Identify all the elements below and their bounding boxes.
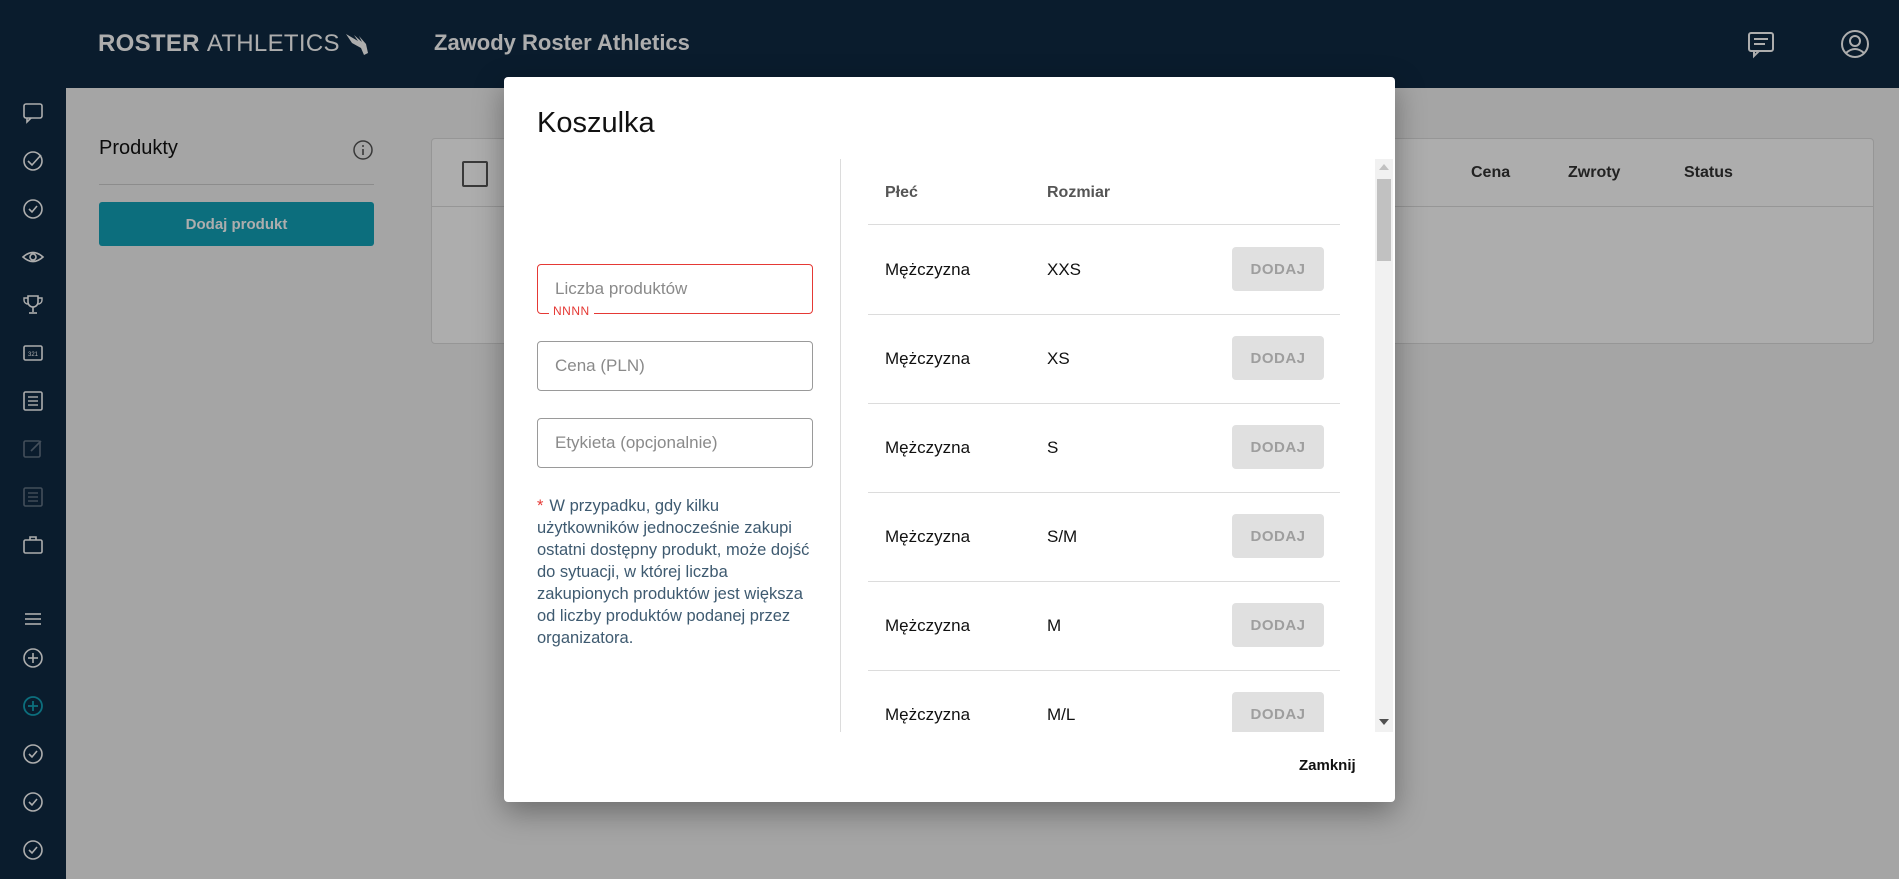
close-button[interactable]: Zamknij bbox=[1299, 757, 1356, 774]
column-separator bbox=[840, 159, 841, 732]
size-cell: M bbox=[1047, 616, 1062, 635]
size-row: Mężczyzna S/M DODAJ bbox=[868, 493, 1340, 582]
add-size-button[interactable]: DODAJ bbox=[1232, 514, 1324, 558]
warning-text: W przypadku, gdy kilku użytkowników jedn… bbox=[537, 497, 810, 647]
size-row: Mężczyzna XS DODAJ bbox=[868, 315, 1340, 404]
gender-cell: Mężczyzna bbox=[885, 527, 971, 546]
gender-cell: Mężczyzna bbox=[885, 349, 971, 368]
size-list: Płeć Rozmiar Mężczyzna XXS DODAJ Mężczyz… bbox=[868, 159, 1340, 732]
add-size-button[interactable]: DODAJ bbox=[1232, 603, 1324, 647]
gender-cell: Mężczyzna bbox=[885, 705, 971, 724]
price-placeholder: Cena (PLN) bbox=[555, 356, 645, 375]
dialog-title: Koszulka bbox=[537, 107, 655, 139]
warning-note: * W przypadku, gdy kilku użytkowników jed… bbox=[537, 495, 822, 649]
gender-cell: Mężczyzna bbox=[885, 616, 971, 635]
size-row: Mężczyzna M/L DODAJ bbox=[868, 671, 1340, 732]
required-star: * bbox=[537, 497, 544, 515]
gender-cell: Mężczyzna bbox=[885, 438, 971, 457]
quantity-placeholder: Liczba produktów bbox=[555, 279, 688, 298]
size-cell: XXS bbox=[1047, 260, 1082, 279]
size-list-header: Płeć Rozmiar bbox=[868, 159, 1340, 225]
price-field[interactable]: Cena (PLN) bbox=[537, 341, 813, 391]
gender-cell: Mężczyzna bbox=[885, 260, 971, 279]
scrollbar[interactable] bbox=[1375, 159, 1393, 732]
product-dialog: Koszulka Liczba produktów NNNN Cena (PLN… bbox=[504, 77, 1395, 802]
size-cell: S/M bbox=[1047, 527, 1078, 546]
add-size-button[interactable]: DODAJ bbox=[1232, 336, 1324, 380]
size-cell: XS bbox=[1047, 349, 1070, 368]
add-size-button[interactable]: DODAJ bbox=[1232, 247, 1324, 291]
scroll-up-arrow-icon[interactable] bbox=[1379, 164, 1389, 170]
add-size-button[interactable]: DODAJ bbox=[1232, 692, 1324, 732]
column-header-size: Rozmiar bbox=[1047, 184, 1111, 201]
size-row: Mężczyzna M DODAJ bbox=[868, 582, 1340, 671]
label-placeholder: Etykieta (opcjonalnie) bbox=[555, 433, 718, 452]
column-header-gender: Płeć bbox=[885, 184, 918, 201]
add-size-button[interactable]: DODAJ bbox=[1232, 425, 1324, 469]
scrollbar-thumb[interactable] bbox=[1377, 179, 1391, 261]
scroll-down-arrow-icon[interactable] bbox=[1379, 719, 1389, 725]
label-field[interactable]: Etykieta (opcjonalnie) bbox=[537, 418, 813, 468]
size-cell: S bbox=[1047, 438, 1059, 457]
size-row: Mężczyzna XXS DODAJ bbox=[868, 226, 1340, 315]
size-cell: M/L bbox=[1047, 705, 1076, 724]
quantity-helper-text: NNNN bbox=[549, 304, 594, 318]
size-row: Mężczyzna S DODAJ bbox=[868, 404, 1340, 493]
